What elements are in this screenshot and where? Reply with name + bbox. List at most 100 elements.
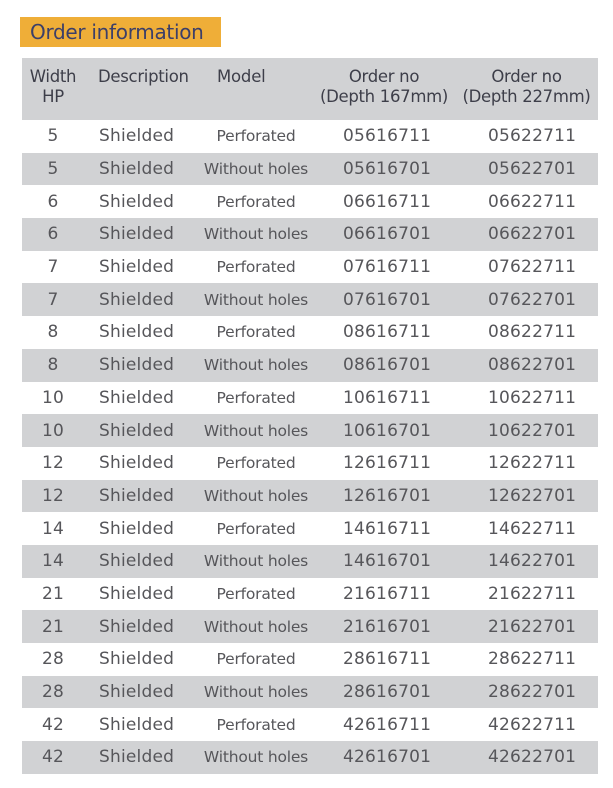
- cell-order-167: 07616711: [343, 257, 432, 278]
- cell-order-167: 21616701: [343, 616, 432, 637]
- cell-order-227: 12622701: [488, 485, 577, 506]
- cell-model: Without holes: [203, 552, 309, 571]
- cell-order-167: 42616711: [343, 714, 432, 735]
- cell-model: Without holes: [203, 160, 309, 179]
- cell-order-227: 06622711: [488, 191, 577, 212]
- cell-width: 28: [41, 682, 65, 703]
- cell-order-167: 10616711: [343, 387, 432, 408]
- cell-model: Perforated: [216, 388, 296, 407]
- cell-width: 42: [41, 714, 65, 735]
- cell-description: Shielded: [99, 257, 175, 278]
- cell-description: Shielded: [99, 747, 175, 768]
- header-width-line1: Width: [29, 67, 77, 86]
- header-order-167: Order no (Depth 167mm): [313, 58, 455, 120]
- cell-order-227: 28622711: [488, 649, 577, 670]
- cell-width: 12: [41, 453, 65, 474]
- cell-order-167: 12616701: [343, 485, 432, 506]
- cell-order-167: 06616701: [343, 224, 432, 245]
- cell-description: Shielded: [99, 355, 175, 376]
- cell-order-167: 07616701: [343, 289, 432, 310]
- cell-model: Perforated: [216, 192, 296, 211]
- table-row: 14 Shielded Perforated 14616711 14622711: [22, 512, 598, 545]
- cell-description: Shielded: [99, 420, 175, 441]
- cell-width: 7: [47, 257, 59, 278]
- table-row: 28 Shielded Without holes 28616701 28622701: [22, 675, 598, 709]
- cell-description: Shielded: [99, 583, 175, 604]
- cell-description: Shielded: [99, 518, 175, 539]
- cell-order-167: 21616711: [343, 583, 432, 604]
- cell-width: 42: [41, 747, 65, 768]
- cell-model: Without holes: [203, 225, 309, 244]
- cell-model: Without holes: [203, 356, 309, 375]
- cell-order-227: 05622711: [488, 126, 577, 147]
- cell-description: Shielded: [99, 322, 175, 343]
- cell-order-227: 10622701: [488, 420, 577, 441]
- table-row: 10 Shielded Perforated 10616711 10622711: [22, 382, 598, 415]
- table-row: 42 Shielded Perforated 42616711 42622711: [22, 708, 598, 741]
- header-order-227-line2: (Depth 227mm): [462, 87, 591, 106]
- header-description: Description: [98, 67, 189, 86]
- cell-width: 14: [41, 551, 65, 572]
- cell-order-227: 21622701: [488, 616, 577, 637]
- table-row: 7 Shielded Perforated 07616711 07622711: [22, 251, 598, 284]
- cell-order-167: 12616711: [343, 453, 432, 474]
- cell-order-227: 42622701: [488, 747, 577, 768]
- cell-width: 12: [41, 485, 65, 506]
- cell-model: Without holes: [203, 748, 309, 767]
- cell-width: 6: [47, 191, 59, 212]
- table-body: 5 Shielded Perforated 05616711 05622711 5 Shie…: [22, 120, 598, 774]
- cell-description: Shielded: [99, 714, 175, 735]
- cell-order-227: 08622711: [488, 322, 577, 343]
- cell-order-167: 14616711: [343, 518, 432, 539]
- table-row: 8 Shielded Without holes 08616701 08622701: [22, 348, 598, 382]
- cell-width: 21: [41, 616, 65, 637]
- cell-width: 5: [47, 126, 59, 147]
- cell-model: Perforated: [216, 584, 296, 603]
- cell-order-227: 06622701: [488, 224, 577, 245]
- cell-model: Perforated: [216, 650, 296, 669]
- cell-order-167: 06616711: [343, 191, 432, 212]
- cell-order-167: 28616701: [343, 682, 432, 703]
- cell-order-227: 28622701: [488, 682, 577, 703]
- cell-model: Perforated: [216, 454, 296, 473]
- cell-width: 28: [41, 649, 65, 670]
- table-row: 12 Shielded Without holes 12616701 12622701: [22, 479, 598, 513]
- cell-order-227: 14622701: [488, 551, 577, 572]
- cell-order-227: 14622711: [488, 518, 577, 539]
- cell-model: Perforated: [216, 715, 296, 734]
- cell-order-167: 10616701: [343, 420, 432, 441]
- table-row: 5 Shielded Perforated 05616711 05622711: [22, 120, 598, 153]
- table-row: 42 Shielded Without holes 42616701 42622701: [22, 741, 598, 774]
- table-header-row: Width HP Description Model Order no (Dep…: [22, 58, 598, 120]
- cell-model: Without holes: [203, 290, 309, 309]
- cell-order-227: 12622711: [488, 453, 577, 474]
- cell-description: Shielded: [99, 126, 175, 147]
- cell-order-227: 42622711: [488, 714, 577, 735]
- cell-model: Without holes: [203, 486, 309, 505]
- order-table: Width HP Description Model Order no (Dep…: [22, 58, 598, 774]
- cell-description: Shielded: [99, 387, 175, 408]
- cell-description: Shielded: [99, 224, 175, 245]
- cell-model: Perforated: [216, 519, 296, 538]
- cell-order-227: 05622701: [488, 159, 577, 180]
- cell-order-227: 10622711: [488, 387, 577, 408]
- header-model: Model: [217, 67, 266, 86]
- cell-model: Perforated: [216, 258, 296, 277]
- table-row: 7 Shielded Without holes 07616701 07622701: [22, 283, 598, 317]
- header-order-227: Order no (Depth 227mm): [455, 58, 598, 120]
- cell-order-167: 28616711: [343, 649, 432, 670]
- table-row: 5 Shielded Without holes 05616701 05622701: [22, 152, 598, 186]
- cell-model: Perforated: [216, 127, 296, 146]
- cell-model: Without holes: [203, 421, 309, 440]
- table-row: 6 Shielded Perforated 06616711 06622711: [22, 185, 598, 218]
- cell-description: Shielded: [99, 485, 175, 506]
- cell-order-227: 07622701: [488, 289, 577, 310]
- table-row: 8 Shielded Perforated 08616711 08622711: [22, 316, 598, 349]
- cell-order-227: 21622711: [488, 583, 577, 604]
- cell-order-167: 05616711: [343, 126, 432, 147]
- table-row: 6 Shielded Without holes 06616701 06622701: [22, 218, 598, 251]
- cell-order-167: 14616701: [343, 551, 432, 572]
- cell-order-227: 08622701: [488, 355, 577, 376]
- cell-width: 10: [41, 387, 65, 408]
- cell-description: Shielded: [99, 159, 175, 180]
